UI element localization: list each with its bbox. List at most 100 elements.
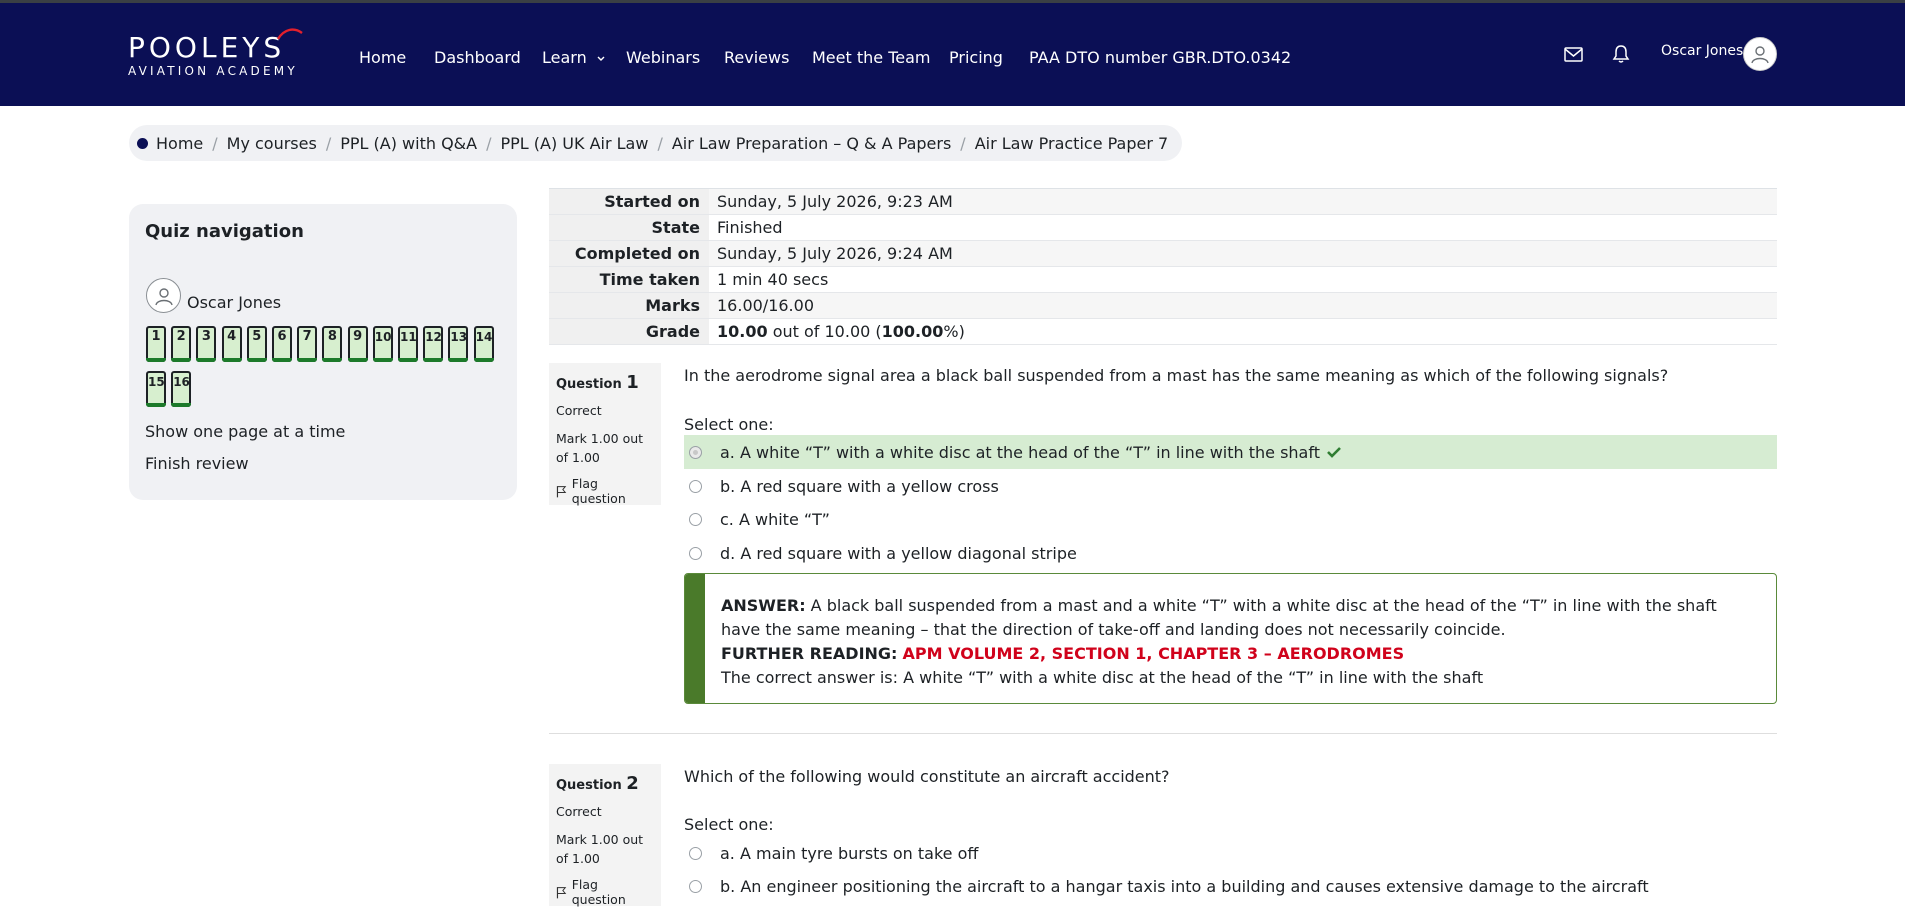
- question-divider: [549, 733, 1777, 734]
- quiz-nav-button-10[interactable]: 10: [372, 326, 393, 362]
- radio-button[interactable]: [689, 512, 702, 526]
- nav-meet-the-team[interactable]: Meet the Team: [812, 47, 930, 69]
- quiz-user-name: Oscar Jones: [187, 293, 282, 312]
- question-mark: Mark 1.00 out of 1.00: [556, 832, 644, 866]
- nav-dto-number[interactable]: PAA DTO number GBR.DTO.0342: [1029, 47, 1291, 69]
- quiz-nav-button-7[interactable]: 7: [297, 326, 318, 362]
- breadcrumb-home[interactable]: Home: [156, 134, 203, 153]
- user-name[interactable]: Oscar Jones: [1661, 43, 1743, 59]
- summary-value: 16.00/16.00: [717, 296, 814, 315]
- logo-title: POOLEYS: [128, 31, 286, 64]
- question-2-text: Which of the following would constitute …: [684, 767, 1170, 786]
- nav-dashboard[interactable]: Dashboard: [434, 47, 521, 69]
- pooleys-logo[interactable]: POOLEYS AVIATION ACADEMY: [128, 28, 303, 78]
- question-status: Correct: [556, 804, 602, 819]
- quiz-nav-button-13[interactable]: 13: [448, 326, 469, 362]
- quiz-nav-button-14[interactable]: 14: [473, 326, 494, 362]
- breadcrumb-separator: /: [960, 133, 966, 153]
- breadcrumb-my-courses[interactable]: My courses: [227, 134, 317, 153]
- answer-text: A black ball suspended from a mast and a…: [721, 596, 1717, 639]
- grade-percent: 100.00: [881, 322, 944, 341]
- quiz-nav-button-4[interactable]: 4: [221, 326, 242, 362]
- nav-reviews[interactable]: Reviews: [724, 47, 789, 69]
- breadcrumb-practice-paper[interactable]: Air Law Practice Paper 7: [975, 134, 1169, 153]
- summary-key: Marks: [549, 293, 709, 318]
- quiz-nav-button-9[interactable]: 9: [347, 326, 368, 362]
- further-reading-text[interactable]: APM VOLUME 2, SECTION 1, CHAPTER 3 – AER…: [903, 644, 1405, 663]
- option-label: a. A white “T” with a white disc at the …: [720, 442, 1320, 462]
- grade-score: 10.00: [717, 322, 768, 341]
- summary-key: Grade: [549, 319, 709, 344]
- summary-value: Sunday, 5 July 2026, 9:23 AM: [717, 192, 953, 211]
- quiz-nav-button-5[interactable]: 5: [246, 326, 267, 362]
- answer-option-b[interactable]: b. An engineer positioning the aircraft …: [684, 869, 1777, 903]
- question-number-value: 2: [626, 773, 639, 794]
- radio-button[interactable]: [689, 445, 702, 459]
- flag-question-button[interactable]: Flag question: [556, 476, 654, 506]
- nav-learn-label: Learn: [542, 48, 587, 67]
- quiz-nav-button-12[interactable]: 12: [423, 326, 444, 362]
- summary-key: Time taken: [549, 267, 709, 292]
- radio-button[interactable]: [689, 879, 702, 893]
- quiz-nav-button-1[interactable]: 1: [146, 326, 166, 362]
- summary-key: Started on: [549, 189, 709, 214]
- option-label: b. A red square with a yellow cross: [720, 476, 999, 496]
- logo-swoosh-icon: [276, 28, 303, 40]
- answer-option-c[interactable]: c. A white “T”: [684, 502, 1777, 536]
- breadcrumb-separator: /: [325, 133, 332, 153]
- breadcrumb-separator: /: [657, 133, 663, 153]
- answer-option-b[interactable]: b. A red square with a yellow cross: [684, 469, 1777, 503]
- nav-learn[interactable]: Learn: [542, 47, 606, 69]
- radio-button[interactable]: [689, 546, 702, 560]
- breadcrumb-air-law[interactable]: PPL (A) UK Air Law: [500, 134, 648, 153]
- mail-icon[interactable]: [1564, 47, 1583, 62]
- quiz-nav-button-8[interactable]: 8: [322, 326, 343, 362]
- breadcrumb: Home / My courses / PPL (A) with Q&A / P…: [129, 125, 1183, 161]
- table-row: Marks 16.00/16.00: [549, 293, 1777, 319]
- flag-question-button[interactable]: Flag question: [556, 877, 654, 907]
- quiz-nav-button-3[interactable]: 3: [196, 326, 217, 362]
- answer-option-d[interactable]: d. A red square with a yellow diagonal s…: [684, 536, 1777, 570]
- logo-subtitle: AVIATION ACADEMY: [128, 64, 298, 78]
- show-one-page-link[interactable]: Show one page at a time: [145, 422, 345, 441]
- quiz-nav-button-11[interactable]: 11: [398, 326, 418, 362]
- question-number: Question 1: [556, 372, 654, 393]
- question-number: Question 2: [556, 773, 654, 794]
- quiz-navigation-panel: Quiz navigation Oscar Jones 1 2 3 4 5 6 7 8 9 10 1…: [129, 204, 517, 500]
- nav-webinars[interactable]: Webinars: [626, 47, 700, 69]
- radio-button[interactable]: [689, 479, 702, 493]
- breadcrumb-separator: /: [212, 133, 218, 153]
- correct-answer-text: The correct answer is: A white “T” with …: [721, 668, 1484, 687]
- bell-icon[interactable]: [1612, 44, 1630, 64]
- breadcrumb-ppl-qa[interactable]: PPL (A) with Q&A: [340, 134, 477, 153]
- nav-home[interactable]: Home: [359, 47, 406, 69]
- question-2-info: Question 2 Correct Mark 1.00 out of 1.00…: [549, 764, 661, 907]
- user-icon: [1751, 46, 1769, 64]
- quiz-nav-button-2[interactable]: 2: [171, 326, 192, 362]
- attempt-summary-table: Started on Sunday, 5 July 2026, 9:23 AM S…: [549, 188, 1777, 345]
- flag-question-label: Flag question: [571, 877, 626, 907]
- quiz-nav-title: Quiz navigation: [145, 221, 304, 242]
- nav-pricing[interactable]: Pricing: [949, 47, 1003, 69]
- answer-option-a[interactable]: a. A white “T” with a white disc at the …: [684, 435, 1777, 469]
- radio-button[interactable]: [689, 846, 702, 860]
- option-label: c. A white “T”: [720, 509, 830, 529]
- summary-value: Sunday, 5 July 2026, 9:24 AM: [717, 244, 953, 263]
- breadcrumb-separator: /: [486, 133, 492, 153]
- feedback-accent-bar: [685, 574, 705, 703]
- table-row: Time taken 1 min 40 secs: [549, 267, 1777, 293]
- option-label: d. A red square with a yellow diagonal s…: [720, 543, 1077, 563]
- breadcrumb-qa-papers[interactable]: Air Law Preparation – Q & A Papers: [672, 134, 951, 153]
- quiz-nav-button-16[interactable]: 16: [171, 371, 192, 407]
- quiz-nav-button-15[interactable]: 15: [146, 371, 166, 407]
- table-row: Completed on Sunday, 5 July 2026, 9:24 AM: [549, 241, 1777, 267]
- user-avatar[interactable]: [1743, 37, 1777, 71]
- further-reading-label: FURTHER READING:: [721, 644, 898, 663]
- finish-review-link[interactable]: Finish review: [145, 454, 249, 473]
- answer-option-a[interactable]: a. A main tyre bursts on take off: [684, 836, 1777, 870]
- question-status: Correct: [556, 403, 602, 418]
- question-label: Question: [556, 778, 622, 793]
- answer-explanation: ANSWER: A black ball suspended from a ma…: [721, 594, 1760, 642]
- question-mark: Mark 1.00 out of 1.00: [556, 431, 644, 465]
- quiz-nav-button-6[interactable]: 6: [272, 326, 292, 362]
